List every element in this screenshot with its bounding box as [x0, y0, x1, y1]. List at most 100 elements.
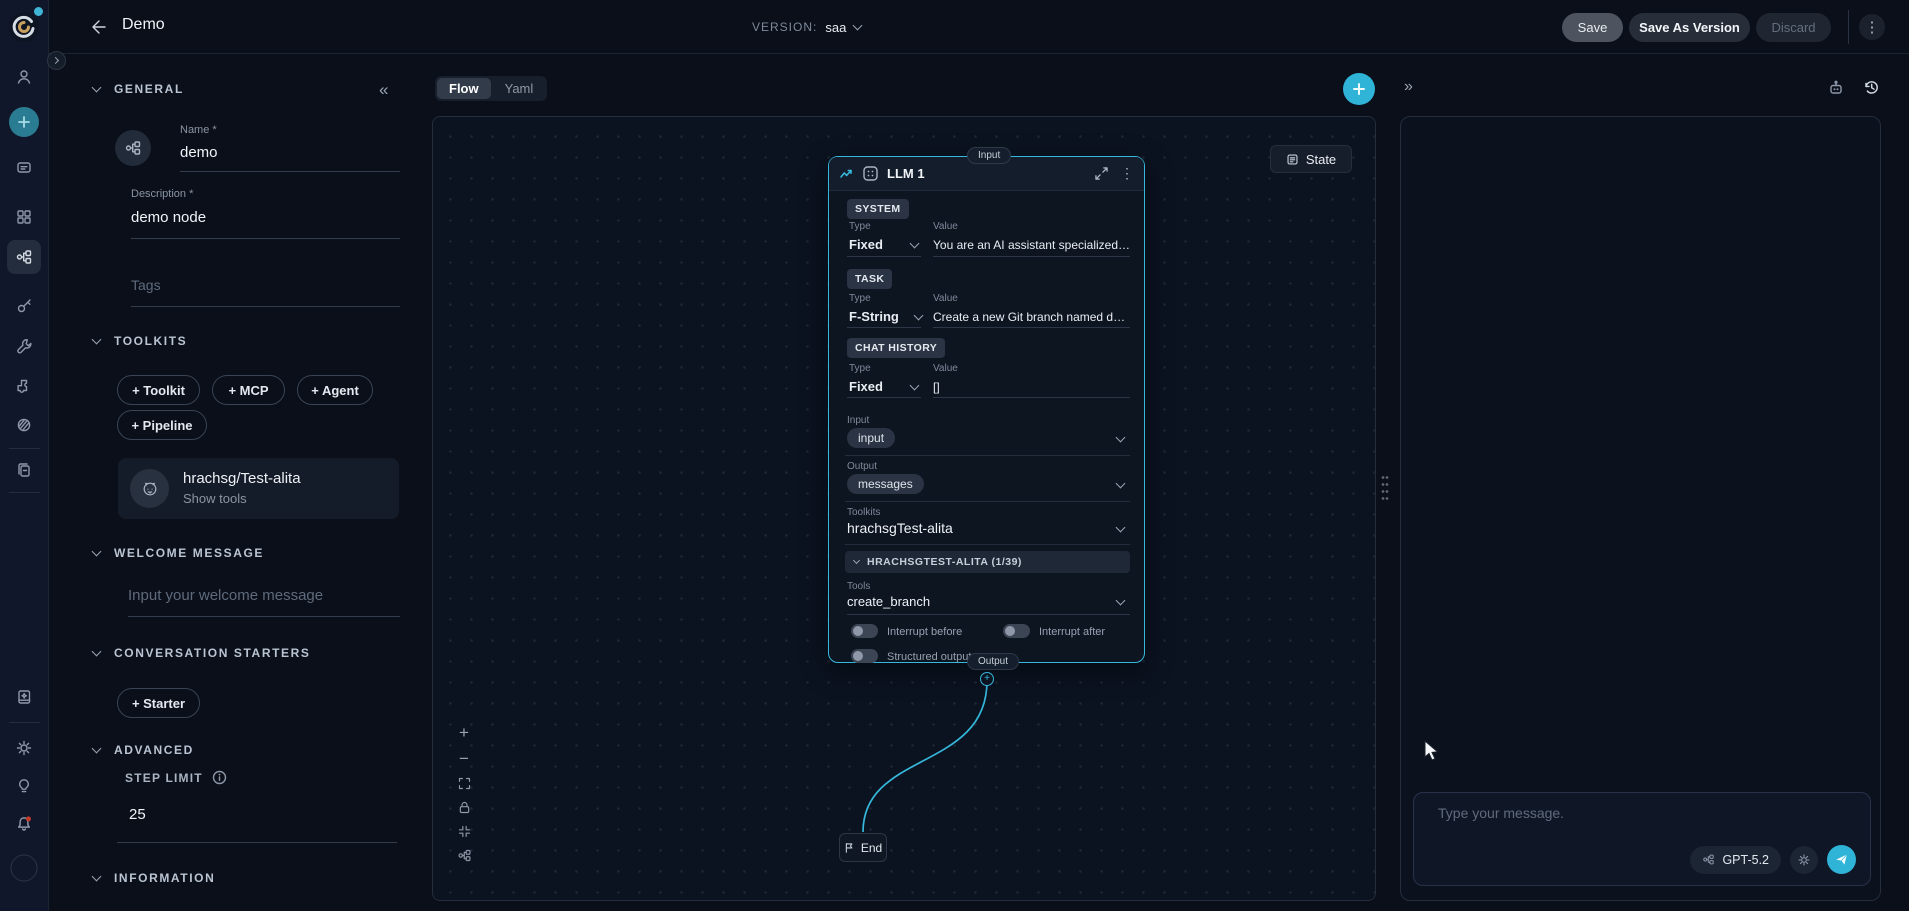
- send-button[interactable]: [1827, 845, 1856, 874]
- task-value-field[interactable]: Create a new Git branch named demo.: [933, 310, 1131, 324]
- version-dropdown-chevron-icon[interactable]: [852, 20, 863, 30]
- node-toolkits-select[interactable]: hrachsgTest-alita: [847, 520, 953, 536]
- chevron-down-icon[interactable]: [1115, 432, 1126, 443]
- panel-resize-handle[interactable]: [1381, 474, 1389, 500]
- app-logo[interactable]: [7, 7, 43, 44]
- zoom-out-button[interactable]: −: [459, 750, 469, 767]
- sidebar-item-credentials[interactable]: [15, 297, 33, 315]
- step-limit-field[interactable]: [129, 806, 389, 823]
- toolkit-card[interactable]: hrachsg/Test-alita Show tools: [118, 458, 399, 519]
- sidebar-item-knowledge[interactable]: [15, 688, 33, 706]
- sidebar-item-artifacts[interactable]: [15, 461, 33, 479]
- add-pipeline-button[interactable]: + Pipeline: [117, 410, 207, 440]
- chevron-down-icon[interactable]: [1115, 595, 1126, 606]
- task-type-select[interactable]: F-String: [849, 309, 899, 324]
- node-output-chip[interactable]: messages: [847, 474, 924, 494]
- sidebar-item-settings[interactable]: [15, 739, 33, 757]
- sidebar-item-profile[interactable]: [15, 68, 33, 86]
- more-options-button[interactable]: ⋮: [1859, 14, 1885, 40]
- sidebar-item-integrations[interactable]: [15, 377, 33, 395]
- add-node-button[interactable]: [1343, 73, 1375, 105]
- add-starter-button[interactable]: + Starter: [117, 688, 200, 718]
- node-menu-icon[interactable]: ⋮: [1120, 165, 1134, 182]
- tab-flow[interactable]: Flow: [437, 78, 491, 99]
- system-type-select[interactable]: Fixed: [849, 237, 883, 252]
- section-information[interactable]: INFORMATION: [91, 871, 215, 885]
- chat-history-type-select[interactable]: Fixed: [849, 379, 883, 394]
- model-selector[interactable]: GPT-5.2: [1690, 845, 1781, 874]
- discard-button[interactable]: Discard: [1756, 13, 1831, 42]
- chevron-down-icon[interactable]: [909, 380, 920, 391]
- description-field[interactable]: [131, 209, 395, 226]
- add-toolkit-button[interactable]: + Toolkit: [117, 375, 200, 405]
- tags-field[interactable]: [131, 277, 395, 293]
- welcome-message-field[interactable]: [128, 587, 396, 604]
- chat-settings-button[interactable]: [1790, 845, 1818, 874]
- chevron-down-icon[interactable]: [1115, 478, 1126, 489]
- show-tools-link[interactable]: Show tools: [183, 491, 247, 506]
- chat-panel-collapse-button[interactable]: »: [1404, 78, 1413, 96]
- chevron-down-icon[interactable]: [1115, 522, 1126, 533]
- fullscreen-button[interactable]: [457, 776, 472, 791]
- add-agent-button[interactable]: + Agent: [297, 375, 373, 405]
- tools-select[interactable]: create_branch: [847, 594, 930, 609]
- section-advanced[interactable]: ADVANCED: [91, 743, 194, 757]
- end-node[interactable]: End: [839, 833, 887, 862]
- toolkit-group-header[interactable]: HRACHSGTEST-ALITA (1/39): [845, 551, 1130, 573]
- save-button[interactable]: Save: [1562, 13, 1623, 42]
- node-input-chip[interactable]: input: [847, 428, 896, 448]
- section-toolkits[interactable]: TOOLKITS: [91, 334, 187, 348]
- zoom-in-button[interactable]: +: [459, 724, 469, 741]
- back-button[interactable]: [84, 14, 110, 40]
- create-new-button[interactable]: [9, 107, 39, 137]
- auto-layout-button[interactable]: [457, 848, 472, 863]
- name-field[interactable]: [180, 144, 395, 161]
- view-tabs: Flow Yaml: [435, 76, 548, 101]
- section-conversation-starters[interactable]: CONVERSATION STARTERS: [91, 646, 311, 660]
- toolkit-group-label: HRACHSGTEST-ALITA (1/39): [867, 556, 1022, 568]
- sidebar-item-chats[interactable]: [15, 159, 33, 177]
- interrupt-before-toggle[interactable]: [851, 624, 878, 638]
- chevron-down-icon[interactable]: [913, 310, 924, 321]
- sidebar-item-flows-active[interactable]: [7, 240, 41, 274]
- llm-node[interactable]: Input LLM 1 ⋮ SYSTEM Type Fixed Value Yo…: [828, 147, 1145, 670]
- user-avatar[interactable]: [10, 854, 38, 882]
- gear-icon: [1798, 853, 1810, 866]
- sidebar-item-ideas[interactable]: [15, 777, 33, 795]
- section-welcome-message[interactable]: WELCOME MESSAGE: [91, 546, 264, 560]
- node-divider: [845, 455, 1130, 456]
- page-title: Demo: [122, 16, 165, 33]
- info-icon[interactable]: [212, 770, 227, 785]
- output-port[interactable]: +: [980, 672, 994, 686]
- system-value-field[interactable]: You are an AI assistant specialized in …: [933, 238, 1131, 252]
- sidebar-item-toolkits[interactable]: [15, 337, 33, 355]
- add-mcp-button[interactable]: + MCP: [212, 375, 285, 405]
- sidebar-item-collections[interactable]: [15, 416, 33, 434]
- section-general[interactable]: GENERAL: [91, 82, 184, 96]
- chat-input-card[interactable]: GPT-5.2: [1413, 792, 1871, 886]
- expand-node-icon[interactable]: [1095, 167, 1108, 180]
- chat-history-value-field[interactable]: []: [933, 380, 940, 394]
- history-icon[interactable]: [1862, 78, 1881, 97]
- tab-yaml[interactable]: Yaml: [493, 78, 546, 99]
- node-underline: [933, 327, 1130, 328]
- node-output-handle[interactable]: Output: [967, 653, 1020, 670]
- sidebar-item-apps[interactable]: [15, 208, 33, 226]
- structured-output-toggle[interactable]: [851, 649, 878, 663]
- chat-history-area[interactable]: [1401, 117, 1880, 777]
- assistant-icon[interactable]: [1827, 79, 1845, 97]
- lock-button[interactable]: [457, 800, 472, 815]
- chat-message-input[interactable]: [1438, 805, 1848, 821]
- interrupt-after-toggle[interactable]: [1003, 624, 1030, 638]
- node-input-handle[interactable]: Input: [967, 147, 1012, 164]
- gear-icon: [16, 740, 32, 756]
- fit-view-button[interactable]: [457, 824, 472, 839]
- state-button[interactable]: State: [1270, 145, 1352, 173]
- field-underline: [117, 842, 397, 843]
- flow-avatar-icon: [125, 141, 141, 155]
- chevron-down-icon[interactable]: [909, 238, 920, 249]
- notifications-button[interactable]: [15, 815, 34, 834]
- sidebar-collapse-button[interactable]: «: [379, 80, 389, 100]
- save-as-version-button[interactable]: Save As Version: [1629, 13, 1750, 42]
- sidebar-expand-button[interactable]: [47, 51, 66, 70]
